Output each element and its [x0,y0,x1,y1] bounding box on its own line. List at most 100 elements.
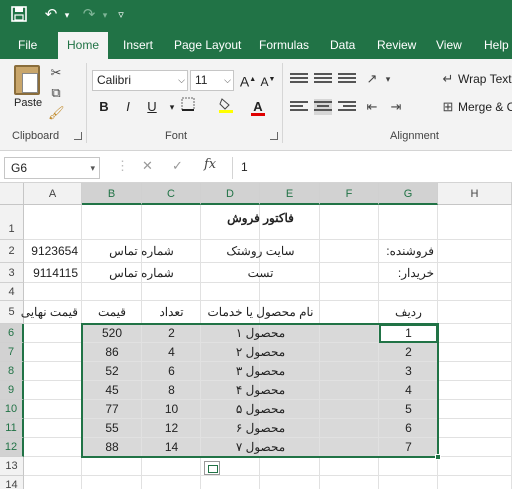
grid-cell[interactable] [438,343,512,362]
grid-cell[interactable] [82,457,142,476]
grid-cell[interactable] [320,343,379,362]
row-header-11[interactable]: 11 [0,419,24,438]
tab-insert[interactable]: Insert [123,32,153,59]
grid-cell[interactable] [24,476,82,489]
paste-icon[interactable] [14,65,40,95]
row-header-12[interactable]: 12 [0,438,24,457]
grid-cell[interactable] [142,457,201,476]
grid-cell[interactable] [438,240,512,263]
row-header-1[interactable]: 1 [0,205,24,240]
grid-cell[interactable] [438,381,512,400]
grid-cell[interactable] [24,438,82,457]
grid-cell[interactable] [438,438,512,457]
row-header-6[interactable]: 6 [0,324,24,343]
row-header-14[interactable]: 14 [0,476,24,489]
grid-cell[interactable] [24,283,82,301]
orientation-dropdown-icon[interactable]: ▾ [380,71,396,87]
grid-cell[interactable] [260,283,320,301]
column-header-b[interactable]: B [82,183,142,205]
grid-cell[interactable] [438,419,512,438]
grid-cell[interactable] [82,205,142,240]
grid-cell[interactable] [438,205,512,240]
wrap-text-button[interactable]: Wrap Text [458,72,512,86]
borders-icon[interactable] [178,97,198,117]
column-header-h[interactable]: H [438,183,512,205]
orientation-icon[interactable]: ↗ [364,71,380,87]
grid-cell[interactable] [24,324,82,343]
grid-cell[interactable] [24,457,82,476]
grid-cell[interactable] [320,240,379,263]
tab-review[interactable]: Review [377,32,416,59]
tab-page-layout[interactable]: Page Layout [174,32,241,59]
tab-file[interactable]: File [18,32,37,59]
grid-cell[interactable] [260,457,320,476]
grid-cell[interactable] [379,457,438,476]
grid-cell[interactable] [438,362,512,381]
align-bottom-icon[interactable] [338,71,356,87]
grid-cell[interactable] [379,283,438,301]
column-header-e[interactable]: E [260,183,320,205]
insert-function-button[interactable]: fx [204,157,216,172]
tab-view[interactable]: View [436,32,462,59]
grid-cell[interactable] [142,476,201,489]
grid-cell[interactable] [320,263,379,283]
decrease-font-icon[interactable]: A▼ [258,70,278,90]
grid-cell[interactable] [24,419,82,438]
fill-handle[interactable] [435,454,441,460]
fill-color-icon[interactable] [216,97,236,117]
name-box[interactable]: G6 ▾ [4,157,100,179]
cut-icon[interactable]: ✂ [48,65,64,81]
row-header-13[interactable]: 13 [0,457,24,476]
row-header-7[interactable]: 7 [0,343,24,362]
column-header-d[interactable]: D [201,183,260,205]
grid-cell[interactable] [438,263,512,283]
align-right-icon[interactable] [338,99,356,115]
tab-formulas[interactable]: Formulas [259,32,309,59]
grid-cell[interactable] [24,343,82,362]
row-header-8[interactable]: 8 [0,362,24,381]
grid-cell[interactable] [320,419,379,438]
customize-qat-icon[interactable]: ▿ [112,6,130,24]
wrap-text-icon[interactable]: ↵ [440,71,456,87]
tab-data[interactable]: Data [330,32,355,59]
grid-cell[interactable] [438,324,512,343]
underline-button[interactable]: U [142,97,162,117]
column-header-g[interactable]: G [379,183,438,205]
merge-center-icon[interactable]: ⊞ [440,99,456,115]
column-header-c[interactable]: C [142,183,201,205]
row-header-9[interactable]: 9 [0,381,24,400]
copy-icon[interactable]: ⧉ [48,85,64,101]
decrease-indent-icon[interactable]: ⇤ [364,99,380,115]
font-launcher-icon[interactable] [270,132,278,140]
grid-cell[interactable] [320,476,379,489]
save-icon[interactable] [10,6,28,24]
grid-cell[interactable] [82,476,142,489]
select-all-corner[interactable] [0,183,24,205]
grid-cell[interactable] [320,283,379,301]
grid-cell[interactable] [438,400,512,419]
italic-button[interactable]: I [118,97,138,117]
grid-cell[interactable] [142,205,201,240]
cancel-icon[interactable]: ✕ [142,158,153,174]
increase-indent-icon[interactable]: ⇥ [388,99,404,115]
formula-input[interactable]: 1 [232,157,512,179]
align-center-icon[interactable] [314,99,332,115]
grid-cell[interactable] [201,283,260,301]
row-header-3[interactable]: 3 [0,263,24,283]
grid-cell[interactable] [438,476,512,489]
row-header-2[interactable]: 2 [0,240,24,263]
align-left-icon[interactable] [290,99,308,115]
grid-cell[interactable] [320,324,379,343]
grid-cell[interactable] [24,362,82,381]
column-header-a[interactable]: A [24,183,82,205]
grid-cell[interactable] [82,283,142,301]
undo-dropdown-icon[interactable]: ▾ [58,6,76,24]
increase-font-icon[interactable]: A▲ [238,70,258,90]
font-color-button[interactable]: A [248,97,268,117]
grid-cell[interactable] [320,457,379,476]
merge-center-button[interactable]: Merge & C [458,100,512,114]
paste-button[interactable]: Paste [14,97,42,109]
grid-cell[interactable] [24,205,82,240]
grid-cell[interactable] [142,283,201,301]
row-header-4[interactable]: 4 [0,283,24,301]
